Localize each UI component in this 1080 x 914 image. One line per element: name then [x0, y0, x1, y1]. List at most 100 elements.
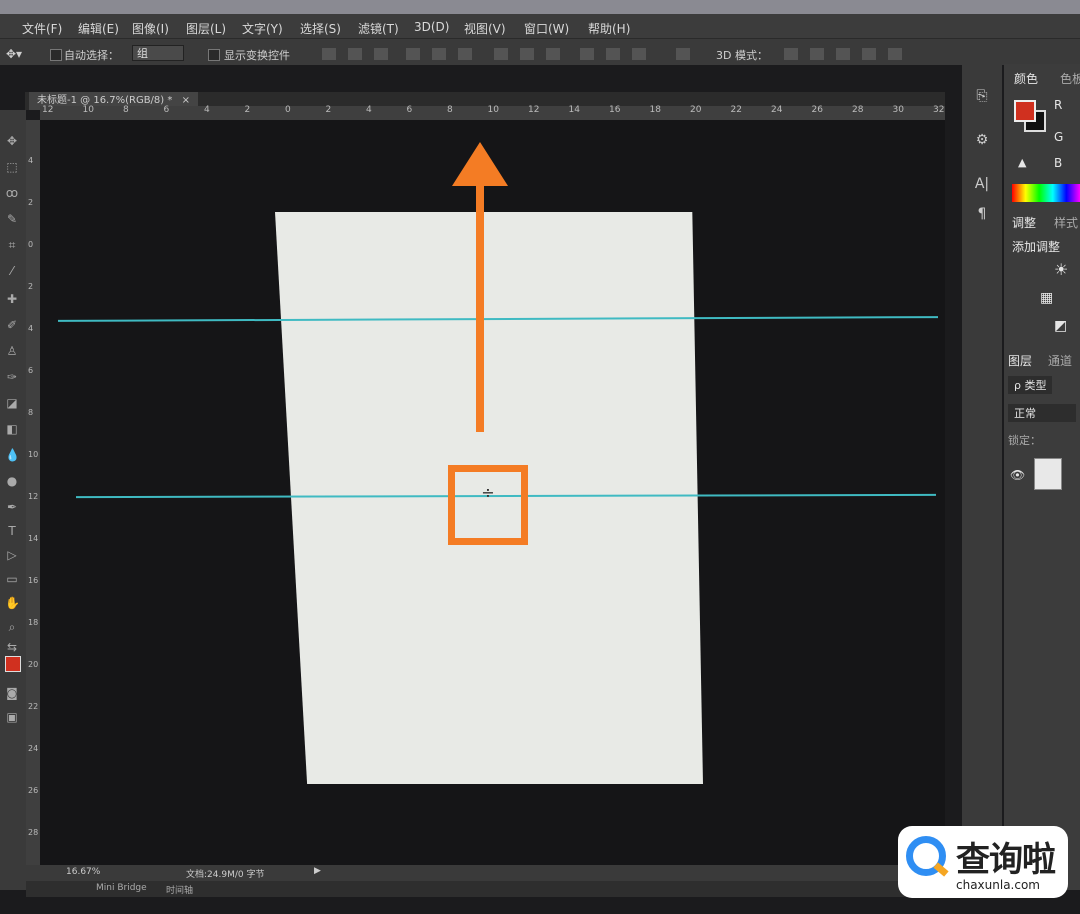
ruler-tick-label: 8	[447, 105, 453, 115]
menu-file[interactable]: 文件(F)	[22, 20, 62, 37]
ruler-tick-label: 0	[28, 240, 34, 249]
ruler-tick-label: 18	[28, 618, 39, 627]
path-select-tool-icon[interactable]: ▷	[5, 548, 19, 562]
layer-visibility-eye-icon[interactable]: 👁	[1010, 468, 1025, 482]
add-adjustment-label: 添加调整	[1012, 240, 1061, 254]
lasso-tool-icon[interactable]: ꝏ	[5, 186, 19, 200]
menu-image[interactable]: 图像(I)	[132, 20, 169, 37]
move-tool-icon[interactable]: ✥▾	[6, 47, 22, 61]
properties-panel-icon[interactable]: ⚙	[972, 130, 992, 150]
auto-align-icon[interactable]	[676, 48, 690, 60]
history-panel-icon[interactable]: ⎘	[972, 86, 992, 106]
gradient-tool-icon[interactable]: ◧	[5, 422, 19, 436]
logo-domain-text: chaxunla.com	[956, 878, 1040, 892]
align-vcenter-icon[interactable]	[348, 48, 362, 60]
levels-adjustment-icon[interactable]: ▦	[1040, 290, 1053, 306]
color-panel-tab[interactable]: 颜色	[1014, 70, 1038, 87]
dodge-tool-icon[interactable]: ●	[5, 474, 19, 488]
blend-mode-dropdown[interactable]: 正常	[1008, 404, 1076, 422]
menu-3d[interactable]: 3D(D)	[414, 20, 449, 34]
screen-mode-icon[interactable]: ▣	[5, 710, 19, 724]
timeline-tab[interactable]: 时间轴	[166, 883, 193, 896]
zoom-level[interactable]: 16.67%	[66, 867, 100, 877]
swap-colors-icon[interactable]: ⇆	[5, 640, 19, 654]
ruler-tick-label: 0	[285, 105, 291, 115]
brush-tool-icon[interactable]: ✐	[5, 318, 19, 332]
zoom-tool-icon[interactable]: ⌕	[5, 620, 19, 634]
menu-type[interactable]: 文字(Y)	[242, 20, 283, 37]
align-hcenter-icon[interactable]	[432, 48, 446, 60]
menu-bar: 文件(F) 编辑(E) 图像(I) 图层(L) 文字(Y) 选择(S) 滤镜(T…	[0, 14, 1080, 38]
show-transform-checkbox[interactable]	[208, 49, 220, 61]
distribute-bottom-icon[interactable]	[546, 48, 560, 60]
3d-scale-icon[interactable]	[888, 48, 902, 60]
quick-mask-icon[interactable]: ◙	[5, 686, 19, 700]
distribute-vcenter-icon[interactable]	[520, 48, 534, 60]
align-bottom-icon[interactable]	[374, 48, 388, 60]
layer-thumbnail[interactable]	[1034, 458, 1062, 490]
auto-select-dropdown[interactable]: 组	[132, 45, 184, 61]
3d-drag-icon[interactable]	[836, 48, 850, 60]
blur-tool-icon[interactable]: 💧	[5, 448, 20, 462]
character-panel-icon[interactable]: A|	[972, 174, 992, 194]
align-left-icon[interactable]	[406, 48, 420, 60]
adjustments-panel-tab[interactable]: 调整	[1012, 214, 1036, 231]
auto-select-checkbox[interactable]	[50, 49, 62, 61]
3d-mode-label: 3D 模式：	[716, 49, 768, 62]
layers-panel-tab[interactable]: 图层	[1008, 352, 1032, 369]
vertical-ruler[interactable]: 4 2 0 2 4 6 8 10 12 14 16 18 20 22 24 26 28	[26, 120, 40, 880]
ruler-tick-label: 6	[163, 105, 170, 115]
status-menu-icon[interactable]: ▶	[314, 866, 321, 876]
rectangle-tool-icon[interactable]: ▭	[5, 572, 19, 586]
move-tool-icon[interactable]: ✥	[5, 134, 19, 148]
clone-stamp-tool-icon[interactable]: ♙	[5, 344, 19, 358]
menu-filter[interactable]: 滤镜(T)	[358, 20, 399, 37]
panel-foreground-swatch[interactable]	[1014, 100, 1036, 122]
quick-select-tool-icon[interactable]: ✎	[5, 212, 19, 226]
curves-adjustment-icon[interactable]: ◩	[1054, 318, 1067, 334]
eraser-tool-icon[interactable]: ◪	[5, 396, 19, 410]
document-info: 文档:24.9M/0 字节	[186, 870, 265, 880]
brightness-adjustment-icon[interactable]: ☀	[1054, 260, 1068, 279]
healing-brush-tool-icon[interactable]: ✚	[5, 292, 19, 306]
menu-window[interactable]: 窗口(W)	[524, 20, 569, 37]
horizontal-ruler[interactable]: 12 10 8 6 4 2 0 2 4 6 8 10 12 14 16 18 20 22 24 26 28 30 32	[40, 105, 945, 120]
hand-tool-icon[interactable]: ✋	[5, 596, 20, 610]
distribute-hcenter-icon[interactable]	[606, 48, 620, 60]
styles-panel-tab[interactable]: 样式	[1054, 214, 1078, 231]
ruler-tick-label: 24	[28, 744, 39, 753]
crop-tool-icon[interactable]: ⌗	[5, 238, 19, 252]
3d-slide-icon[interactable]	[862, 48, 876, 60]
out-of-gamut-warning-icon[interactable]: ▲	[1018, 156, 1026, 169]
3d-roll-icon[interactable]	[810, 48, 824, 60]
close-tab-icon[interactable]: ×	[182, 95, 190, 106]
eyedropper-tool-icon[interactable]: ⁄	[5, 264, 19, 278]
tools-panel: ✥ ⬚ ꝏ ✎ ⌗ ⁄ ✚ ✐ ♙ ✑ ◪ ◧ 💧 ● ✒ T ▷ ▭ ✋ ⌕ …	[0, 110, 26, 890]
pen-tool-icon[interactable]: ✒	[5, 500, 19, 514]
layer-kind-filter[interactable]: ρ 类型	[1008, 376, 1053, 394]
g-channel-label: G	[1054, 130, 1064, 144]
type-tool-icon[interactable]: T	[5, 524, 19, 538]
menu-edit[interactable]: 编辑(E)	[78, 20, 119, 37]
distribute-left-icon[interactable]	[580, 48, 594, 60]
menu-select[interactable]: 选择(S)	[300, 20, 341, 37]
mini-bridge-tab[interactable]: Mini Bridge	[96, 883, 147, 893]
swatches-panel-tab[interactable]: 色板	[1060, 70, 1080, 87]
menu-view[interactable]: 视图(V)	[464, 20, 506, 37]
ruler-tick-label: 12	[528, 105, 540, 115]
ruler-tick-label: 10	[487, 105, 499, 115]
3d-rotate-icon[interactable]	[784, 48, 798, 60]
auto-select-label: 自动选择：	[64, 49, 119, 62]
paragraph-panel-icon[interactable]: ¶	[972, 204, 992, 224]
foreground-color-swatch[interactable]	[5, 656, 21, 672]
channels-panel-tab[interactable]: 通道	[1048, 352, 1072, 369]
marquee-tool-icon[interactable]: ⬚	[5, 160, 19, 174]
align-right-icon[interactable]	[458, 48, 472, 60]
menu-help[interactable]: 帮助(H)	[588, 20, 630, 37]
distribute-right-icon[interactable]	[632, 48, 646, 60]
distribute-top-icon[interactable]	[494, 48, 508, 60]
menu-layer[interactable]: 图层(L)	[186, 20, 226, 37]
history-brush-tool-icon[interactable]: ✑	[5, 370, 19, 384]
align-top-icon[interactable]	[322, 48, 336, 60]
color-spectrum-bar[interactable]	[1012, 184, 1080, 202]
